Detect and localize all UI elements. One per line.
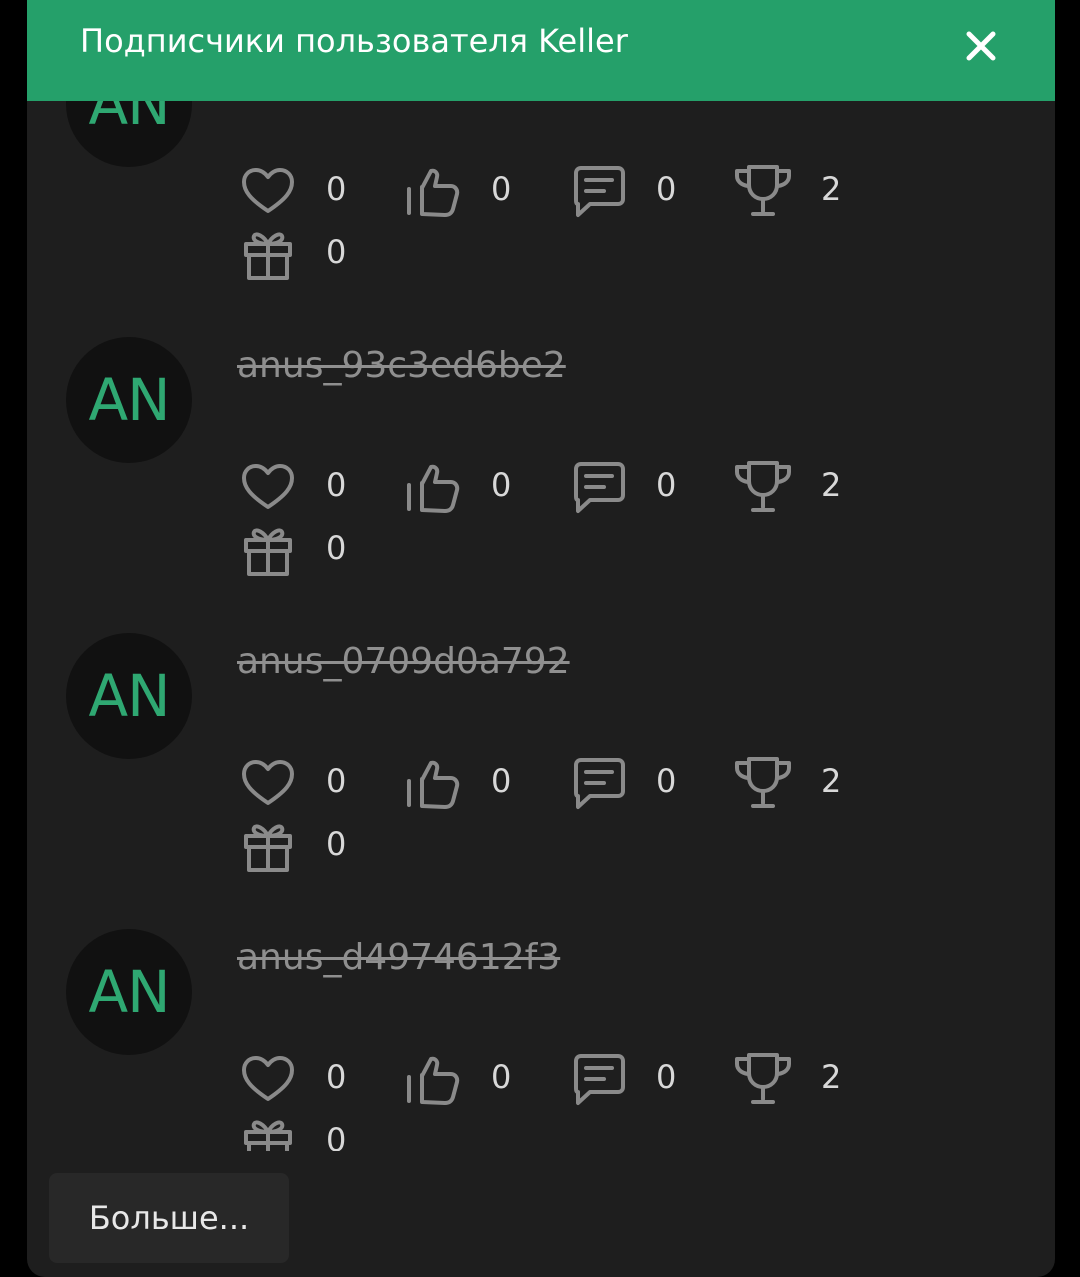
- avatar[interactable]: AN: [66, 633, 192, 759]
- likes-count: 0: [326, 170, 347, 208]
- thumbs-count: 0: [491, 1058, 512, 1096]
- likes-count: 0: [326, 1058, 347, 1096]
- gift-icon: [236, 222, 300, 286]
- trophies-count: 2: [821, 170, 842, 208]
- follower-username[interactable]: anus_d4974612f3: [237, 936, 560, 980]
- gifts-count: 0: [326, 529, 347, 567]
- trophies-count: 2: [821, 466, 842, 504]
- trophy-icon: [731, 159, 795, 223]
- heart-icon: [236, 159, 300, 223]
- gift-icon: [236, 518, 300, 582]
- heart-icon: [236, 1047, 300, 1111]
- comments-count: 0: [656, 170, 677, 208]
- trophies-count: 2: [821, 1058, 842, 1096]
- thumbs-count: 0: [491, 762, 512, 800]
- comments-count: 0: [656, 466, 677, 504]
- gift-icon: [236, 814, 300, 878]
- avatar[interactable]: AN: [66, 101, 192, 167]
- follower-item[interactable]: AN anus_d4974612f3 0 0 0 2 0: [27, 884, 1055, 1151]
- followers-list-viewport[interactable]: AN anus_65cc8d46fa 0 0 0 2: [27, 101, 1055, 1151]
- heart-icon: [236, 455, 300, 519]
- comments-count: 0: [656, 1058, 677, 1096]
- followers-list: AN anus_65cc8d46fa 0 0 0 2: [27, 101, 1055, 1151]
- follower-username[interactable]: anus_93c3ed6be2: [237, 344, 566, 388]
- follower-item[interactable]: AN anus_65cc8d46fa 0 0 0 2: [27, 101, 1055, 292]
- follower-item[interactable]: AN anus_93c3ed6be2 0 0 0 2 0: [27, 292, 1055, 588]
- close-button[interactable]: [959, 24, 1003, 68]
- comment-icon: [566, 159, 630, 223]
- follower-username[interactable]: anus_0709d0a792: [237, 640, 570, 684]
- trophy-icon: [731, 455, 795, 519]
- heart-icon: [236, 751, 300, 815]
- thumbs-up-icon: [401, 455, 465, 519]
- comment-icon: [566, 751, 630, 815]
- more-button[interactable]: Больше...: [49, 1173, 289, 1263]
- comment-icon: [566, 455, 630, 519]
- gift-icon: [236, 1110, 300, 1151]
- avatar[interactable]: AN: [66, 337, 192, 463]
- comments-count: 0: [656, 762, 677, 800]
- follower-item[interactable]: AN anus_0709d0a792 0 0 0 2 0: [27, 588, 1055, 884]
- gifts-count: 0: [326, 1121, 347, 1151]
- close-icon: [966, 31, 996, 61]
- gifts-count: 0: [326, 233, 347, 271]
- modal-title: Подписчики пользователя Keller: [80, 22, 628, 60]
- trophies-count: 2: [821, 762, 842, 800]
- gifts-count: 0: [326, 825, 347, 863]
- trophy-icon: [731, 1047, 795, 1111]
- thumbs-count: 0: [491, 466, 512, 504]
- modal-header: Подписчики пользователя Keller: [27, 0, 1055, 101]
- thumbs-count: 0: [491, 170, 512, 208]
- followers-modal: Подписчики пользователя Keller AN anus_6…: [27, 0, 1055, 1277]
- trophy-icon: [731, 751, 795, 815]
- avatar[interactable]: AN: [66, 929, 192, 1055]
- likes-count: 0: [326, 762, 347, 800]
- thumbs-up-icon: [401, 159, 465, 223]
- thumbs-up-icon: [401, 751, 465, 815]
- comment-icon: [566, 1047, 630, 1111]
- likes-count: 0: [326, 466, 347, 504]
- thumbs-up-icon: [401, 1047, 465, 1111]
